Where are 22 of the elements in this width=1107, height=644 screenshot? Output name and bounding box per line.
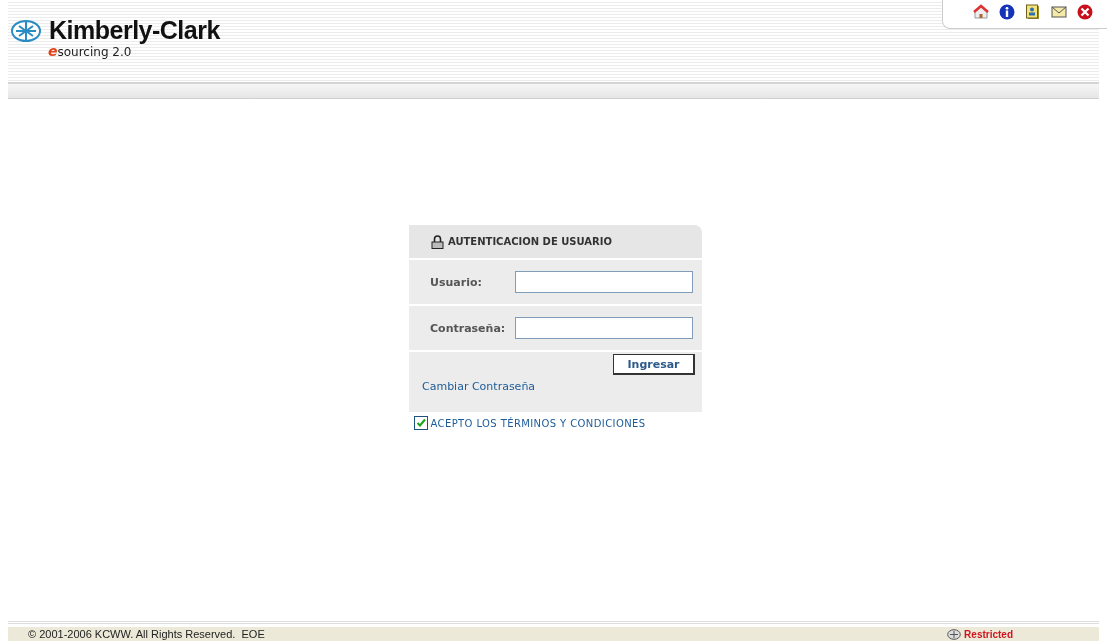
- panel-title: AUTENTICACION DE USUARIO: [448, 236, 612, 247]
- brand-name: Kimberly-Clark: [49, 16, 220, 45]
- field-label: Usuario:: [430, 275, 483, 289]
- change-password-link[interactable]: Cambiar Contraseña: [422, 380, 536, 393]
- login-button[interactable]: Ingresar: [613, 354, 695, 375]
- input-field[interactable]: [515, 317, 693, 339]
- mail-icon[interactable]: [1051, 4, 1067, 20]
- terms-label: ACEPTO LOS TÉRMINOS Y CONDICIONES: [430, 417, 646, 429]
- product-name: sourcing 2.0: [57, 45, 132, 59]
- input-field[interactable]: [515, 271, 693, 293]
- home-icon[interactable]: [973, 4, 989, 20]
- logo-icon: [11, 19, 41, 42]
- field-label: Contraseña:: [430, 321, 507, 335]
- contact-card-icon[interactable]: [1025, 4, 1041, 20]
- copyright-text: © 2001-2006 KCWW. All Rights Reserved. EOE: [28, 628, 265, 640]
- lock-icon: [431, 234, 444, 249]
- info-icon[interactable]: [999, 4, 1015, 20]
- badge-icon: [947, 628, 962, 640]
- terms-checkbox[interactable]: [413, 416, 428, 430]
- close-icon[interactable]: [1077, 4, 1093, 20]
- classification-label: Restricted: [964, 628, 1013, 640]
- product-mark: e: [48, 43, 58, 59]
